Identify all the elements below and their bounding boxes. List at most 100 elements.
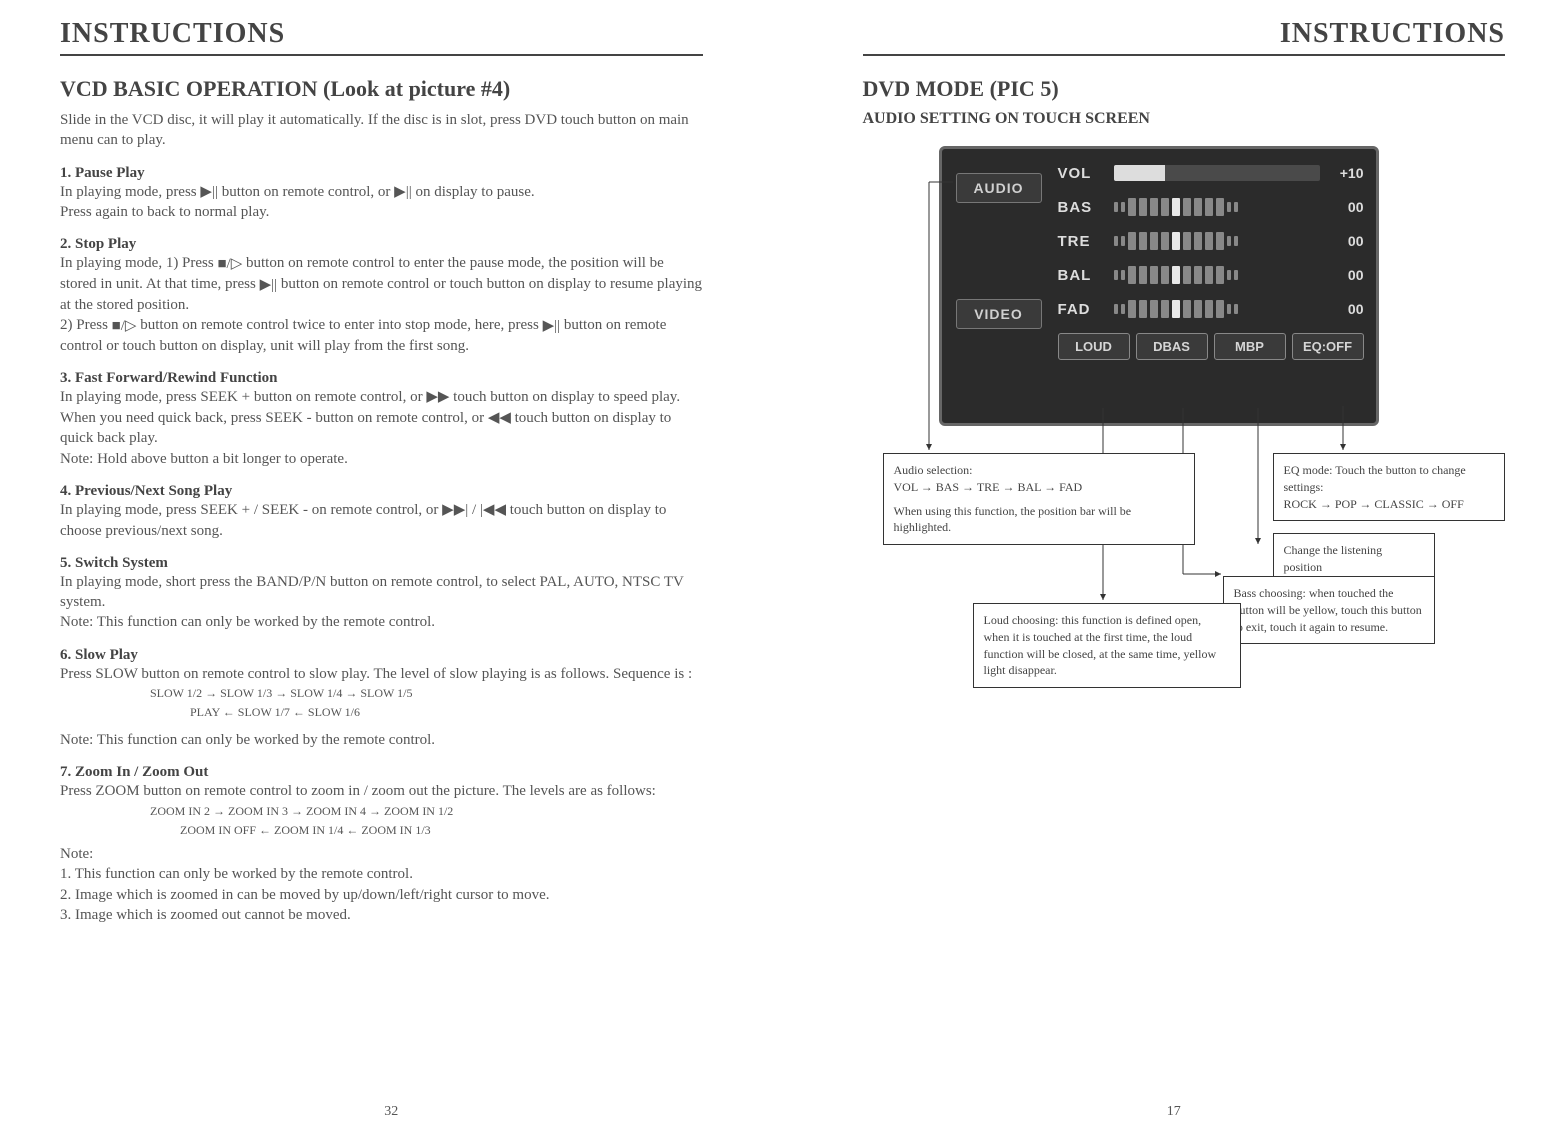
s3-title: 3. Fast Forward/Rewind Function xyxy=(60,370,703,387)
s7-note1: 1. This function can only be worked by t… xyxy=(60,864,703,884)
play-pause-icon: ▶|| xyxy=(394,182,412,202)
loud-button[interactable]: LOUD xyxy=(1058,333,1130,360)
bal-label: BAL xyxy=(1058,267,1114,284)
bass-text: Bass choosing: when touched the button w… xyxy=(1234,585,1424,635)
s7-seq-top: ZOOM IN 2 → ZOOM IN 3 → ZOOM IN 4 → ZOOM… xyxy=(60,802,703,821)
s3-line2: When you need quick back, press SEEK - b… xyxy=(60,408,703,449)
video-button[interactable]: VIDEO xyxy=(956,299,1042,329)
next-track-icon: ▶▶| xyxy=(442,500,468,520)
s7-note3: 3. Image which is zoomed out cannot be m… xyxy=(60,905,703,925)
listen-text: Change the listening position xyxy=(1284,542,1424,576)
prev-track-icon: |◀◀ xyxy=(480,500,506,520)
fad-slider[interactable] xyxy=(1114,300,1320,318)
s2-l2a: 2) Press xyxy=(60,317,112,333)
rewind-icon: ◀◀ xyxy=(488,408,511,428)
play-pause-icon: ▶|| xyxy=(200,182,218,202)
stop-play-icon: ■/▷ xyxy=(112,316,137,336)
s1-line1: In playing mode, press ▶|| button on rem… xyxy=(60,182,703,203)
vol-label: VOL xyxy=(1058,165,1114,182)
mbp-button[interactable]: MBP xyxy=(1214,333,1286,360)
bal-value: 00 xyxy=(1320,267,1364,283)
header-rule-left xyxy=(60,54,703,56)
s1-line2: Press again to back to normal play. xyxy=(60,202,703,222)
eq-l2: ROCK → POP → CLASSIC → OFF xyxy=(1284,496,1494,513)
audio-sel-l2: VOL → BAS → TRE → BAL → FAD xyxy=(894,479,1184,496)
play-pause-icon: ▶|| xyxy=(260,275,278,295)
vol-value: +10 xyxy=(1320,165,1364,181)
s1-title: 1. Pause Play xyxy=(60,165,703,182)
fad-row: FAD 00 xyxy=(1058,295,1364,323)
page-right: INSTRUCTIONS DVD MODE (PIC 5) AUDIO SETT… xyxy=(783,0,1565,1138)
play-pause-icon: ▶|| xyxy=(543,316,561,336)
screen-diagram: AUDIO VIDEO VOL +10 BAS 00 xyxy=(873,138,1433,678)
fast-forward-icon: ▶▶ xyxy=(426,387,449,407)
dbas-button[interactable]: DBAS xyxy=(1136,333,1208,360)
vol-slider[interactable] xyxy=(1114,165,1320,181)
s4-title: 4. Previous/Next Song Play xyxy=(60,483,703,500)
page-number-left: 32 xyxy=(384,1104,398,1120)
stop-play-icon: ■/▷ xyxy=(217,254,242,274)
s3-line1: In playing mode, press SEEK + button on … xyxy=(60,387,703,408)
callout-bass: Bass choosing: when touched the button w… xyxy=(1223,576,1435,644)
page-header-left: INSTRUCTIONS xyxy=(60,18,703,50)
s6-line1: Press SLOW button on remote control to s… xyxy=(60,664,703,684)
s4-line1: In playing mode, press SEEK + / SEEK - o… xyxy=(60,500,703,541)
s6-note: Note: This function can only be worked b… xyxy=(60,730,703,750)
s3-l2a: When you need quick back, press SEEK - b… xyxy=(60,410,488,426)
s7-title: 7. Zoom In / Zoom Out xyxy=(60,764,703,781)
s2-l1a: In playing mode, 1) Press xyxy=(60,255,217,271)
audio-button[interactable]: AUDIO xyxy=(956,173,1042,203)
callout-eq-mode: EQ mode: Touch the button to change sett… xyxy=(1273,453,1505,521)
eq-button[interactable]: EQ:OFF xyxy=(1292,333,1364,360)
s3-l1a: In playing mode, press SEEK + button on … xyxy=(60,389,426,405)
s7-note2: 2. Image which is zoomed in can be moved… xyxy=(60,885,703,905)
header-rule-right xyxy=(863,54,1506,56)
bas-value: 00 xyxy=(1320,199,1364,215)
right-title: DVD MODE (PIC 5) xyxy=(863,76,1506,102)
s2-line1: In playing mode, 1) Press ■/▷ button on … xyxy=(60,253,703,315)
s6-seq-top: SLOW 1/2 → SLOW 1/3 → SLOW 1/4 → SLOW 1/… xyxy=(60,684,703,703)
s1-l1a: In playing mode, press xyxy=(60,184,200,200)
s5-title: 5. Switch System xyxy=(60,555,703,572)
right-subtitle: AUDIO SETTING ON TOUCH SCREEN xyxy=(863,110,1506,128)
tre-slider[interactable] xyxy=(1114,232,1320,250)
s3-l1b: touch button on display to speed play. xyxy=(453,389,680,405)
fad-label: FAD xyxy=(1058,301,1114,318)
s6-seq-bot: PLAY ← SLOW 1/7 ← SLOW 1/6 xyxy=(60,703,703,722)
s7-seq-bot: ZOOM IN OFF ← ZOOM IN 1/4 ← ZOOM IN 1/3 xyxy=(60,821,703,840)
tre-value: 00 xyxy=(1320,233,1364,249)
s1-l1b: button on remote control, or xyxy=(222,184,394,200)
audio-sel-l1: Audio selection: xyxy=(894,462,1184,479)
page-left: INSTRUCTIONS VCD BASIC OPERATION (Look a… xyxy=(0,0,783,1138)
callout-audio-selection: Audio selection: VOL → BAS → TRE → BAL →… xyxy=(883,453,1195,545)
eq-l1: EQ mode: Touch the button to change sett… xyxy=(1284,462,1494,496)
s1-l1c: on display to pause. xyxy=(415,184,534,200)
side-buttons: AUDIO VIDEO xyxy=(956,173,1042,425)
left-intro: Slide in the VCD disc, it will play it a… xyxy=(60,110,703,151)
touch-screen: AUDIO VIDEO VOL +10 BAS 00 xyxy=(939,146,1379,426)
bas-row: BAS 00 xyxy=(1058,193,1364,221)
slash: / xyxy=(472,502,480,518)
page-number-right: 17 xyxy=(1167,1104,1181,1120)
s4-l1a: In playing mode, press SEEK + / SEEK - o… xyxy=(60,502,442,518)
s2-l2b: button on remote control twice to enter … xyxy=(140,317,542,333)
s6-title: 6. Slow Play xyxy=(60,647,703,664)
s3-note: Note: Hold above button a bit longer to … xyxy=(60,449,703,469)
bottom-buttons: LOUD DBAS MBP EQ:OFF xyxy=(1058,333,1364,360)
audio-sel-l3: When using this function, the position b… xyxy=(894,502,1184,537)
bas-label: BAS xyxy=(1058,199,1114,216)
left-title: VCD BASIC OPERATION (Look at picture #4) xyxy=(60,76,703,102)
s5-line1: In playing mode, short press the BAND/P/… xyxy=(60,572,703,613)
s5-note: Note: This function can only be worked b… xyxy=(60,612,703,632)
loud-text: Loud choosing: this function is defined … xyxy=(984,612,1230,679)
bas-slider[interactable] xyxy=(1114,198,1320,216)
tre-row: TRE 00 xyxy=(1058,227,1364,255)
s2-title: 2. Stop Play xyxy=(60,236,703,253)
bal-slider[interactable] xyxy=(1114,266,1320,284)
s2-line2: 2) Press ■/▷ button on remote control tw… xyxy=(60,315,703,356)
page-header-right: INSTRUCTIONS xyxy=(863,18,1506,50)
s7-note-label: Note: xyxy=(60,844,703,864)
fad-value: 00 xyxy=(1320,301,1364,317)
vol-row: VOL +10 xyxy=(1058,159,1364,187)
tre-label: TRE xyxy=(1058,233,1114,250)
